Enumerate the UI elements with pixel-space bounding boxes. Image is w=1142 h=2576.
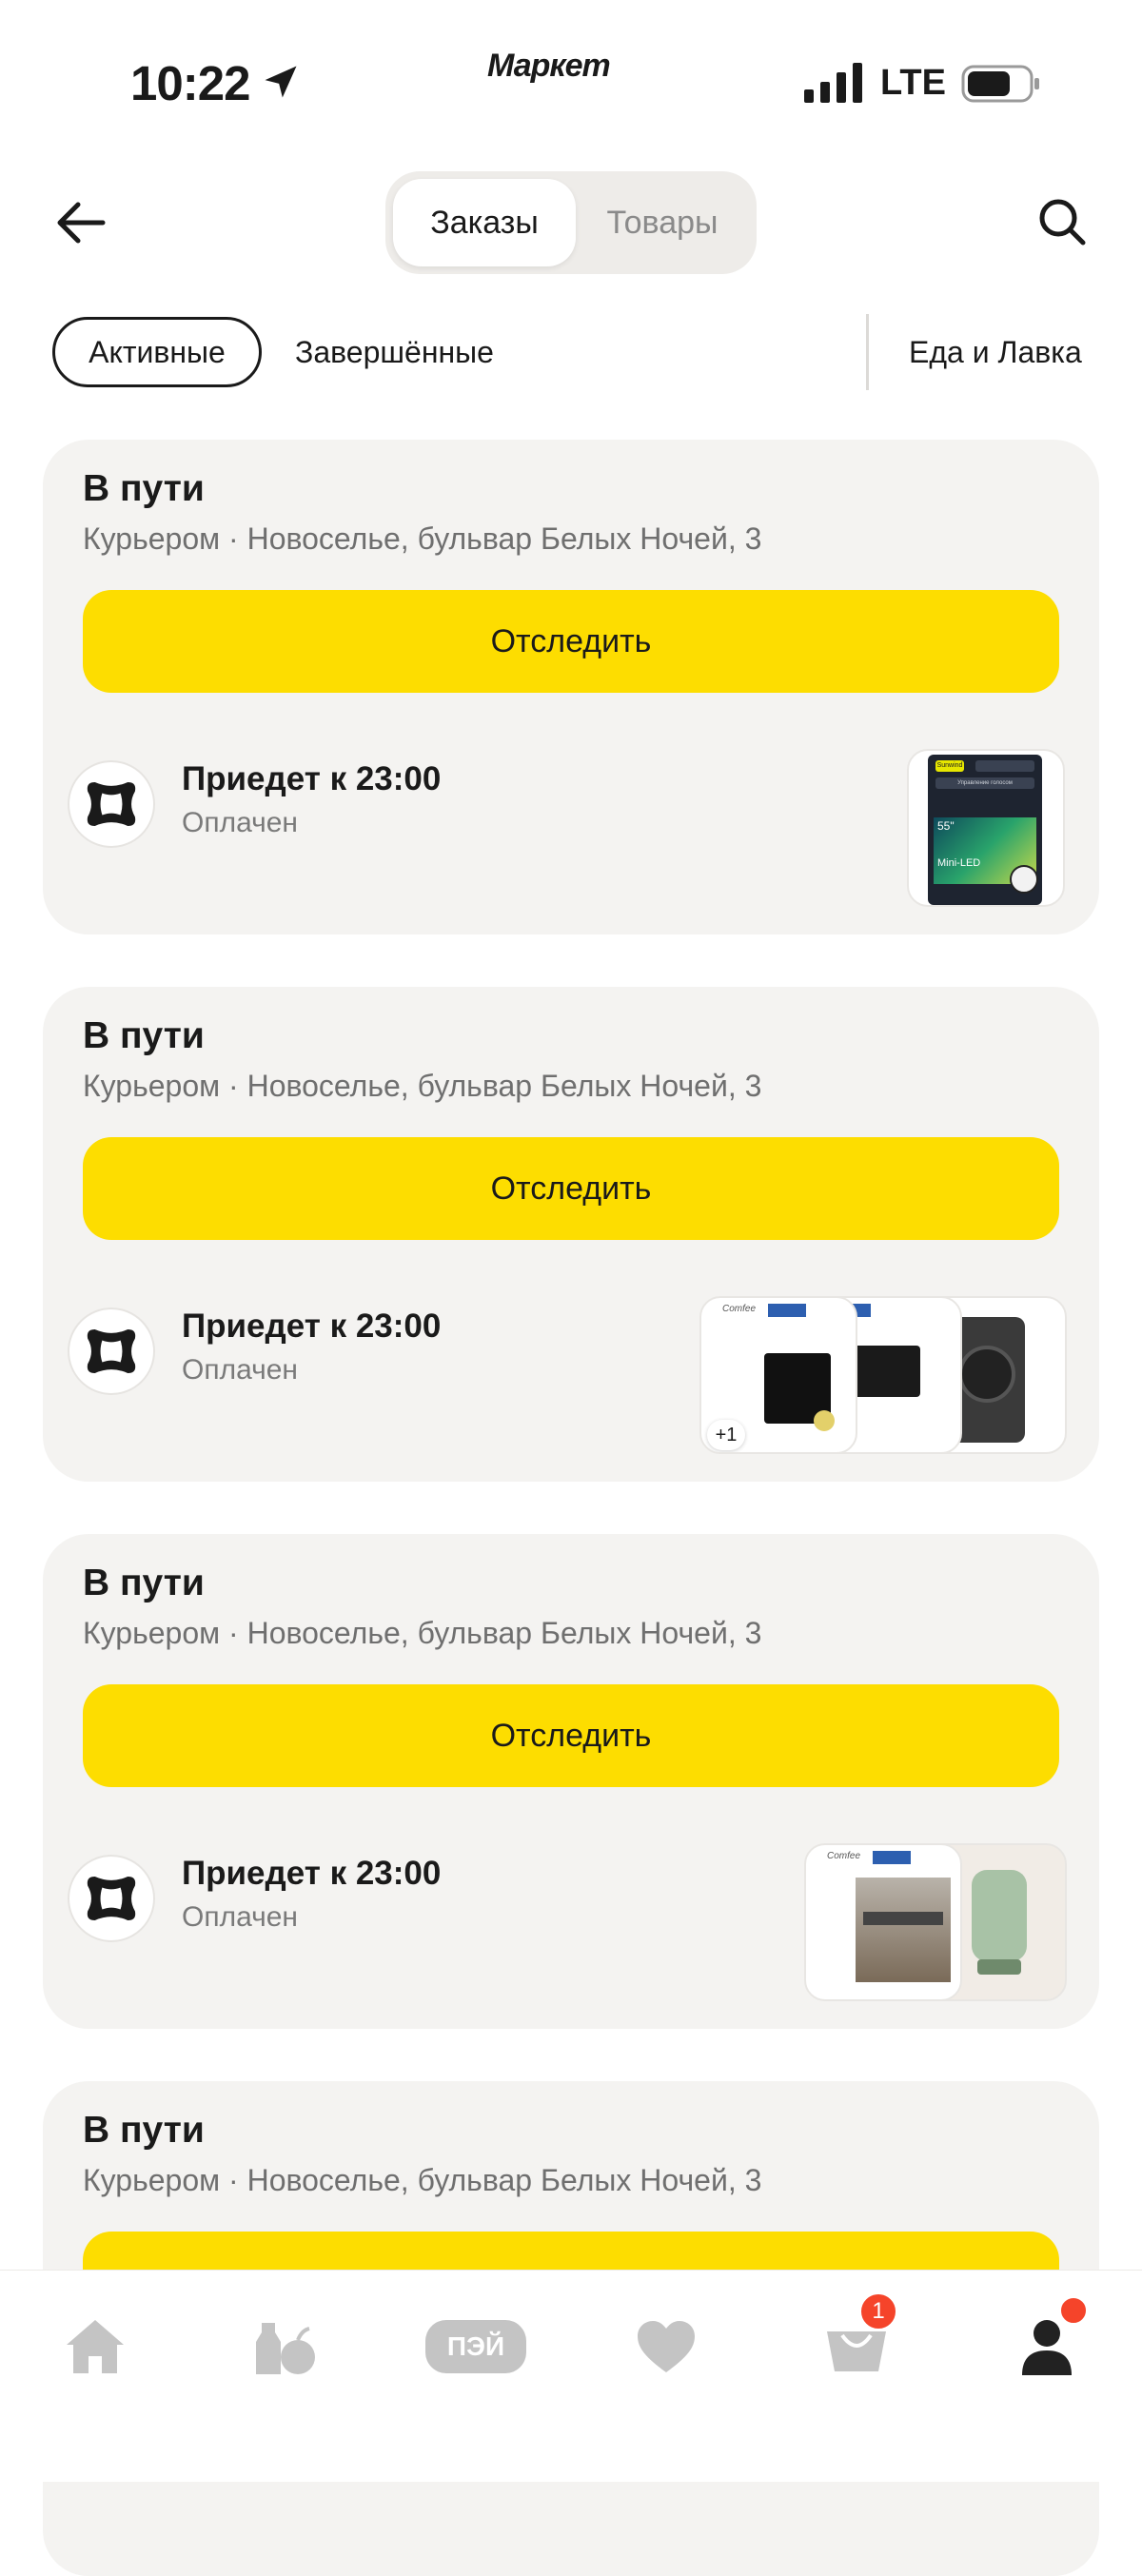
track-button[interactable]: Отследить [83,1684,1059,1787]
pay-label: ПЭЙ [446,2331,505,2361]
shop-logo-icon [68,1855,155,1942]
filter-food[interactable]: Еда и Лавка [909,317,1082,387]
nav-favorites[interactable] [628,2309,704,2385]
shop-logo-icon [68,1308,155,1395]
tv-brand-label: Sunwind [935,760,964,772]
order-status: В пути [83,468,205,509]
favorites-icon [638,2321,695,2372]
payment-status: Оплачен [182,1354,298,1386]
nav-profile[interactable] [1009,2295,1089,2385]
order-card[interactable]: В пути Курьером · Новоселье, бульвар Бел… [43,440,1099,934]
filter-completed[interactable]: Завершённые [295,317,494,387]
brand-logo: Маркет [487,48,611,84]
thumb-brand-label: Comfee [722,1304,757,1314]
order-status: В пути [83,1563,205,1603]
network-type: LTE [880,63,946,103]
product-thumbnail[interactable]: Comfee +1 [699,1296,857,1454]
product-thumbnail[interactable]: Sunwind Управление голосом 55" Mini-LED [907,749,1065,907]
order-status: В пути [83,1015,205,1056]
status-time: 10:22 [130,56,250,110]
status-bar: 10:22 Маркет LTE [0,0,1142,162]
back-arrow-icon[interactable] [53,195,108,250]
order-card[interactable]: В пути Курьером · Новоселье, бульвар Бел… [43,1534,1099,2029]
payment-status: Оплачен [182,807,298,838]
grocery-icon [256,2323,315,2374]
pay-icon: ПЭЙ [425,2320,526,2373]
profile-icon [1022,2320,1072,2375]
nav-home[interactable] [57,2309,133,2385]
thumb-brand-label: Comfee [827,1851,861,1861]
order-card[interactable]: В пути Курьером · Новоселье, бульвар Бел… [43,987,1099,1482]
order-address: Курьером · Новоселье, бульвар Белых Ноче… [83,2163,762,2197]
product-thumbnail[interactable]: Comfee [804,1843,962,2001]
signal-icon [804,63,862,103]
tab-products[interactable]: Товары [576,179,749,266]
extra-items-count: +1 [707,1420,745,1450]
filter-active[interactable]: Активные [52,317,262,387]
battery-icon [961,65,1039,103]
order-eta: Приедет к 23:00 [182,760,442,797]
profile-notification-dot [1058,2295,1089,2326]
bottom-nav: ПЭЙ 1 [0,2270,1142,2482]
order-status: В пути [83,2110,205,2151]
nav-cart[interactable]: 1 [818,2291,898,2385]
filter-divider [866,314,869,390]
home-icon [67,2320,124,2373]
cart-badge: 1 [858,2291,898,2331]
shop-logo-icon [68,760,155,848]
segmented-control: Заказы Товары [385,171,757,274]
order-address: Курьером · Новоселье, бульвар Белых Ноче… [83,1616,762,1650]
order-eta: Приедет к 23:00 [182,1855,442,1892]
search-icon[interactable] [1035,195,1089,248]
tv-size-label: 55" [937,819,955,833]
nav-pay[interactable]: ПЭЙ [423,2309,528,2385]
tv-feature-label: Управление голосом [935,777,1034,789]
location-arrow-icon [265,66,297,98]
nav-grocery[interactable] [247,2309,324,2385]
track-button[interactable]: Отследить [83,590,1059,693]
payment-status: Оплачен [182,1901,298,1933]
track-button[interactable]: Отследить [83,1137,1059,1240]
tab-orders[interactable]: Заказы [393,179,576,266]
order-eta: Приедет к 23:00 [182,1308,442,1345]
order-address: Курьером · Новоселье, бульвар Белых Ноче… [83,521,762,556]
order-address: Курьером · Новоселье, бульвар Белых Ноче… [83,1069,762,1103]
tv-tech-label: Mini-LED [937,857,981,869]
